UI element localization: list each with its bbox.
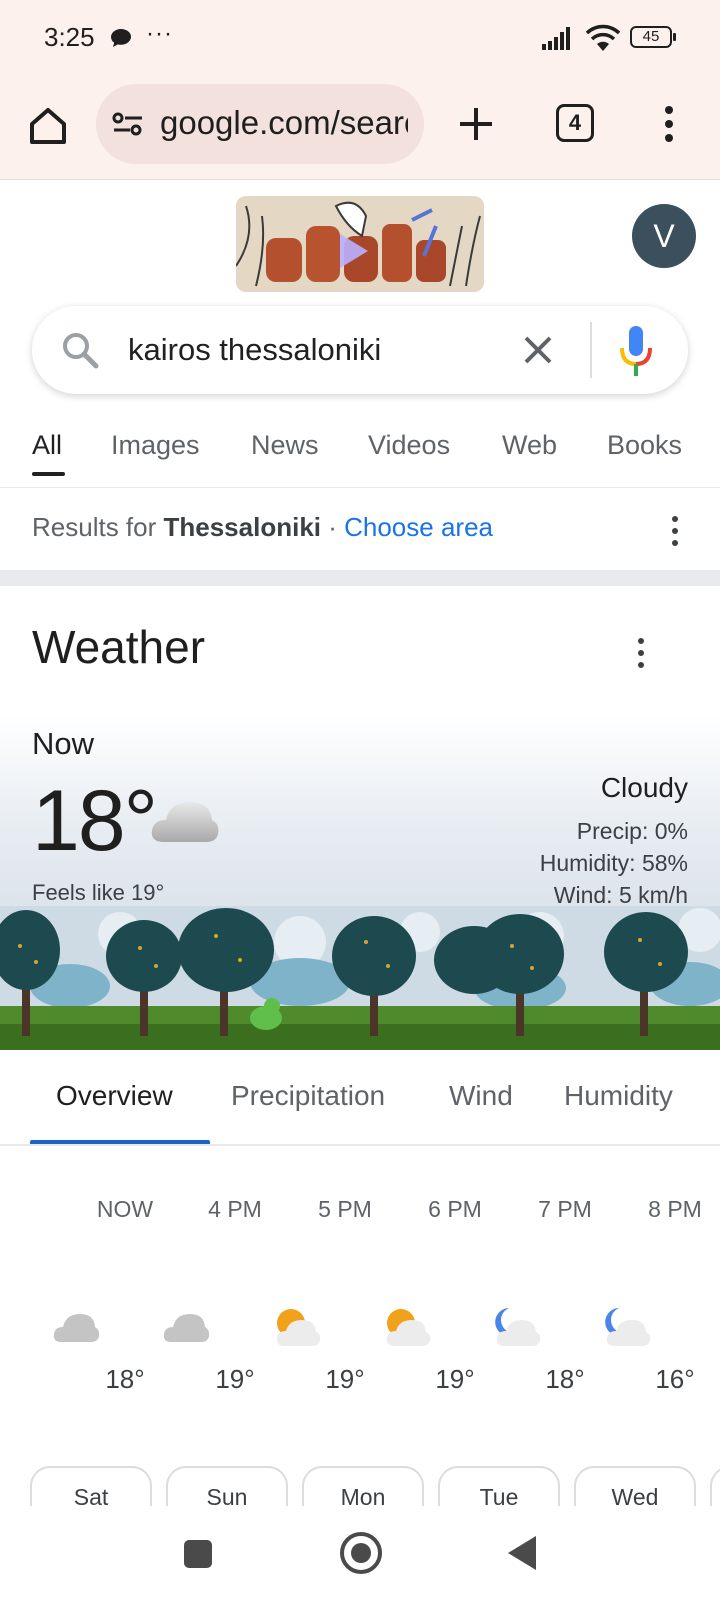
results-more-icon[interactable] — [666, 514, 684, 548]
hour-label: 6 PM — [428, 1196, 482, 1222]
recents-button[interactable] — [184, 1540, 212, 1568]
weather-condition: Cloudy — [600, 772, 688, 803]
weather-scene-illustration — [0, 906, 720, 1050]
address-bar[interactable]: google.com/search?q=kairos+thessaloniki — [96, 84, 424, 164]
tab-news[interactable]: News — [251, 430, 319, 461]
tab-count: 4 — [568, 110, 582, 135]
active-forecast-tab-indicator — [30, 1140, 210, 1144]
active-tab-indicator — [32, 472, 65, 476]
tab-all[interactable]: All — [32, 430, 62, 461]
tab-images[interactable]: Images — [111, 430, 200, 461]
day-chip-next[interactable] — [710, 1466, 720, 1506]
day-chip-wed[interactable]: Wed — [574, 1466, 696, 1506]
forecast-tabs: Overview Precipitation Wind Humidity — [0, 1050, 720, 1146]
voice-search-icon[interactable] — [616, 324, 656, 378]
wind-value: Wind: 5 km/h — [553, 882, 688, 908]
signal-icon — [542, 27, 570, 50]
hour-temperature: 19° — [325, 1364, 365, 1394]
battery-icon: 45 — [630, 26, 676, 48]
day-chip-sat[interactable]: Sat — [30, 1466, 152, 1506]
hour-temperature: 19° — [435, 1364, 475, 1394]
hour-label: 5 PM — [318, 1196, 372, 1222]
weather-title: Weather — [32, 621, 206, 673]
feels-like: Feels like 19° — [32, 880, 165, 905]
cloudy-icon — [163, 1314, 210, 1342]
search-icon — [63, 333, 99, 369]
status-time: 3:25 — [44, 22, 95, 52]
partly-sunny-icon — [276, 1309, 321, 1346]
day-chip-mon[interactable]: Mon — [302, 1466, 424, 1506]
precipitation-value: Precip: 0% — [576, 818, 688, 844]
search-input[interactable]: kairos thessaloniki — [128, 332, 381, 368]
search-divider — [590, 322, 592, 378]
hour-label: NOW — [96, 1196, 154, 1222]
hour-temperature: 18° — [545, 1364, 585, 1394]
cloudy-icon — [53, 1314, 100, 1342]
browser-toolbar: google.com/search?q=kairos+thessaloniki … — [0, 78, 720, 180]
home-icon[interactable] — [26, 104, 70, 148]
results-separator: · — [321, 512, 345, 542]
hour-label: 7 PM — [538, 1196, 592, 1222]
new-tab-icon[interactable] — [452, 100, 500, 148]
url-text[interactable]: google.com/search?q=kairos+thessaloniki — [160, 104, 408, 142]
section-separator — [0, 570, 720, 586]
tab-switcher-button[interactable]: 4 — [556, 104, 594, 142]
system-nav-bar — [0, 1506, 720, 1600]
google-doodle[interactable] — [236, 196, 484, 292]
battery-level: 45 — [642, 28, 660, 45]
chat-notification-icon — [111, 29, 131, 47]
status-bar: 3:25 ··· 45 — [0, 0, 720, 78]
hour-temperature: 16° — [655, 1364, 695, 1394]
current-temperature: 18° — [32, 773, 158, 869]
daily-forecast: Sat Sun Mon Tue Wed — [0, 1466, 720, 1506]
wifi-icon — [586, 24, 620, 51]
avatar-letter: V — [653, 218, 675, 254]
tab-overview[interactable]: Overview — [56, 1080, 173, 1112]
partly-cloudy-night-icon — [605, 1308, 651, 1346]
partly-sunny-icon — [386, 1309, 431, 1346]
now-label: Now — [32, 726, 95, 761]
doodle-image — [236, 196, 484, 292]
tab-wind[interactable]: Wind — [449, 1080, 513, 1112]
clear-search-icon[interactable] — [518, 330, 558, 370]
choose-area-link[interactable]: Choose area — [344, 512, 493, 542]
back-button[interactable] — [508, 1536, 536, 1570]
tab-books[interactable]: Books — [607, 430, 682, 461]
search-tabs: All Images News Videos Web Books — [0, 420, 720, 488]
site-settings-icon[interactable] — [112, 110, 144, 138]
search-box[interactable]: kairos thessaloniki — [32, 306, 688, 394]
hour-label: 8 PM — [648, 1196, 702, 1222]
results-location-name: Thessaloniki — [163, 512, 322, 542]
more-notifications-icon: ··· — [146, 20, 173, 47]
results-location: Results for Thessaloniki · Choose area — [32, 512, 493, 543]
home-button[interactable] — [340, 1532, 382, 1574]
day-chip-sun[interactable]: Sun — [166, 1466, 288, 1506]
hour-label: 4 PM — [208, 1196, 262, 1222]
cloudy-icon — [151, 802, 219, 842]
tab-videos[interactable]: Videos — [368, 430, 450, 461]
humidity-value: Humidity: 58% — [539, 850, 688, 876]
weather-more-icon[interactable] — [632, 636, 650, 670]
tab-humidity[interactable]: Humidity — [564, 1080, 673, 1112]
day-chip-tue[interactable]: Tue — [438, 1466, 560, 1506]
results-prefix: Results for — [32, 512, 164, 542]
hour-temperature: 19° — [215, 1364, 255, 1394]
account-avatar[interactable]: V — [632, 204, 696, 268]
hour-temperature: 18° — [105, 1364, 145, 1394]
tab-precipitation[interactable]: Precipitation — [231, 1080, 385, 1112]
tab-web[interactable]: Web — [502, 430, 557, 461]
partly-cloudy-night-icon — [495, 1308, 541, 1346]
weather-current: Now 18° Feels like 19° Cloudy Precip: 0%… — [0, 716, 720, 1050]
overflow-menu-icon[interactable] — [654, 100, 684, 148]
